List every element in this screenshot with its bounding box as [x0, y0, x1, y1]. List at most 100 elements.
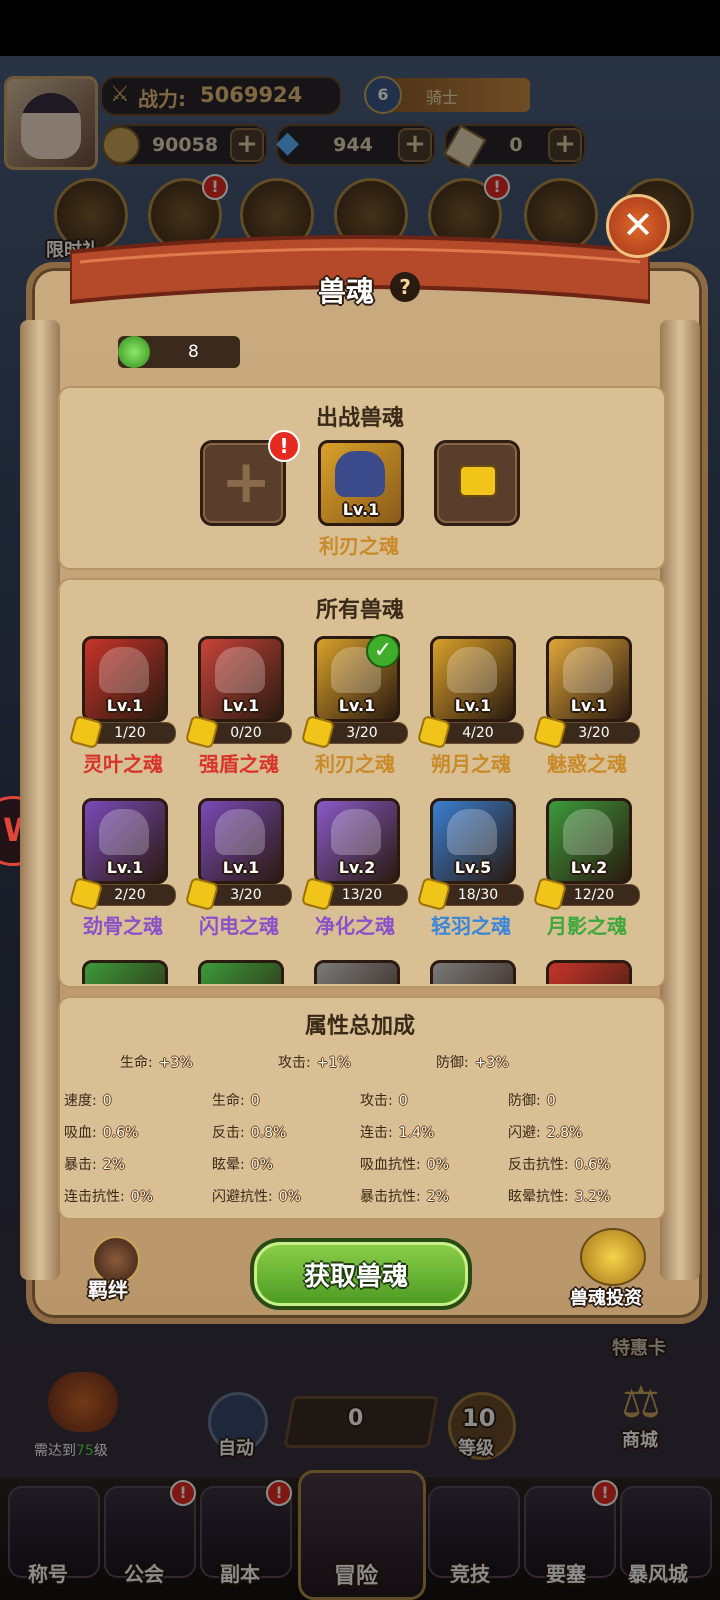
attribute-item: 反击: 0.8%: [212, 1125, 287, 1141]
soul-level: Lv.2: [570, 858, 608, 877]
bond-label: 羁绊: [88, 1278, 128, 1302]
soul-investment-label: 兽魂投资: [570, 1288, 642, 1309]
obtain-soul-button[interactable]: 获取兽魂: [250, 1238, 472, 1310]
soul-card[interactable]: Lv.1: [198, 798, 284, 884]
selected-check-icon: ✓: [366, 634, 400, 668]
soul-card[interactable]: [430, 960, 516, 984]
panel-title: 兽魂: [318, 275, 375, 308]
attribute-grid: 速度: 0 生命: 0 攻击: 0 防御: 0 吸血: 0.6% 反击: 0.8% 连击: 1.4% 闪避:…: [64, 1090, 664, 1220]
attribute-item: 速度: 0: [64, 1093, 112, 1109]
attribute-item: 防御: 0: [508, 1093, 556, 1109]
attribute-item: 暴击抗性: 2%: [360, 1189, 449, 1205]
status-bar: [0, 0, 720, 56]
dragon-portrait-icon: [335, 451, 385, 497]
alert-badge: !: [268, 430, 300, 462]
puzzle-fragment-icon: [300, 876, 336, 912]
soul-name: 净化之魂: [315, 914, 395, 938]
puzzle-fragment-icon: [416, 876, 452, 912]
soul-card[interactable]: Lv.1: [198, 636, 284, 722]
plus-icon: +: [221, 447, 272, 517]
attributes-title: 属性总加成: [304, 1014, 415, 1039]
puzzle-fragment-icon: [68, 714, 104, 750]
locked-soul-slot[interactable]: [434, 440, 520, 526]
soul-card[interactable]: Lv.5: [430, 798, 516, 884]
attribute-item: 连击: 1.4%: [360, 1125, 435, 1141]
beast-portrait-icon: [215, 647, 265, 693]
beast-portrait-icon: [99, 647, 149, 693]
soul-card[interactable]: [82, 960, 168, 984]
soul-card[interactable]: [198, 960, 284, 984]
equipped-soul-name: 利刃之魂: [319, 534, 399, 558]
attribute-item: 吸血抗性: 0%: [360, 1157, 449, 1173]
soul-grid: Lv.1 1/20 灵叶之魂 Lv.1 0/20 强盾之魂 Lv.1 ✓ 3/20 利刃之魂 Lv.…: [58, 630, 662, 984]
soul-name: 闪电之魂: [199, 914, 279, 938]
soul-card[interactable]: Lv.2: [546, 798, 632, 884]
attribute-summary: 生命: +3% 攻击: +1% 防御: +3%: [60, 1052, 660, 1076]
soul-card[interactable]: [546, 960, 632, 984]
attribute-item: 反击抗性: 0.6%: [508, 1157, 611, 1173]
puzzle-fragment-icon: [300, 714, 336, 750]
puzzle-fragment-icon: [532, 714, 568, 750]
soul-name: 劲骨之魂: [83, 914, 163, 938]
soul-name: 朔月之魂: [431, 752, 511, 776]
close-icon: ✕: [622, 203, 654, 247]
soul-level: Lv.1: [222, 858, 260, 877]
soul-level: Lv.2: [338, 858, 376, 877]
equipped-soul-level: Lv.1: [342, 500, 380, 519]
attribute-item: 生命: 0: [212, 1093, 260, 1109]
soul-name: 强盾之魂: [199, 752, 279, 776]
equipped-soul-card[interactable]: Lv.1: [318, 440, 404, 526]
attribute-item: 闪避: 2.8%: [508, 1125, 583, 1141]
soul-card[interactable]: Lv.1: [430, 636, 516, 722]
soul-currency-bar: 8: [118, 336, 240, 368]
soul-level: Lv.1: [570, 696, 608, 715]
attribute-item: 眩晕: 0%: [212, 1157, 273, 1173]
attribute-item: 眩晕抗性: 3.2%: [508, 1189, 611, 1205]
soul-level: Lv.1: [338, 696, 376, 715]
bond-button[interactable]: 羁绊: [84, 1236, 144, 1302]
beast-portrait-icon: [99, 809, 149, 855]
soul-name: 灵叶之魂: [83, 752, 163, 776]
soul-level: Lv.1: [454, 696, 492, 715]
obtain-soul-label: 获取兽魂: [304, 1262, 409, 1292]
right-pillar: [660, 320, 700, 1280]
attribute-summary-item: 攻击: +1%: [278, 1055, 351, 1071]
beast-portrait-icon: [563, 809, 613, 855]
soul-name: 利刃之魂: [315, 752, 395, 776]
puzzle-fragment-icon: [532, 876, 568, 912]
gold-cart-icon: [580, 1228, 646, 1286]
soul-card[interactable]: Lv.1: [82, 636, 168, 722]
attribute-summary-item: 生命: +3%: [120, 1055, 193, 1071]
soul-level: Lv.1: [222, 696, 260, 715]
beast-portrait-icon: [447, 647, 497, 693]
all-souls-title: 所有兽魂: [315, 598, 404, 623]
soul-name: 魅惑之魂: [547, 752, 627, 776]
beast-portrait-icon: [215, 809, 265, 855]
attribute-item: 吸血: 0.6%: [64, 1125, 139, 1141]
soul-card[interactable]: Lv.1: [546, 636, 632, 722]
soul-level: Lv.1: [106, 696, 144, 715]
beast-portrait-icon: [447, 809, 497, 855]
lock-icon: [459, 465, 497, 497]
puzzle-fragment-icon: [184, 876, 220, 912]
green-swirl-icon: [118, 336, 150, 368]
close-button[interactable]: ✕: [606, 194, 670, 258]
soul-name: 轻羽之魂: [431, 914, 511, 938]
soul-level: Lv.5: [454, 858, 492, 877]
soul-card[interactable]: [314, 960, 400, 984]
attribute-item: 闪避抗性: 0%: [212, 1189, 301, 1205]
soul-card[interactable]: Lv.2: [314, 798, 400, 884]
beast-portrait-icon: [563, 647, 613, 693]
attribute-item: 暴击: 2%: [64, 1157, 125, 1173]
attribute-item: 攻击: 0: [360, 1093, 408, 1109]
puzzle-fragment-icon: [184, 714, 220, 750]
attribute-summary-item: 防御: +3%: [436, 1055, 509, 1071]
battle-souls-title: 出战兽魂: [315, 406, 404, 431]
help-button[interactable]: ?: [390, 272, 420, 302]
soul-currency-value: 8: [188, 342, 199, 362]
soul-investment-button[interactable]: 兽魂投资: [566, 1228, 656, 1309]
left-pillar: [20, 320, 60, 1280]
beast-portrait-icon: [331, 809, 381, 855]
soul-card[interactable]: Lv.1: [82, 798, 168, 884]
soul-name: 月影之魂: [547, 914, 627, 938]
